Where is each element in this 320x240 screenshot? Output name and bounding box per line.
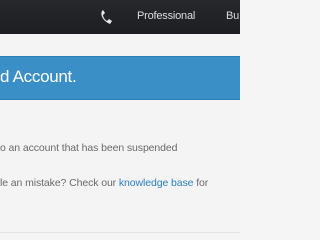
top-navigation-bar: Professional Bu [0,0,240,34]
footer-divider [0,232,240,233]
page-title: d Account. [0,67,77,86]
help-message: le an mistake? Check our knowledge base … [0,177,208,189]
suspended-message: o an account that has been suspended [0,142,178,154]
nav-link-business[interactable]: Bu [226,10,239,22]
knowledge-base-link[interactable]: knowledge base [119,177,194,189]
help-message-suffix: for [196,177,209,189]
help-message-prefix: le an mistake? Check our [0,177,117,189]
page-banner: d Account. [0,56,240,100]
nav-link-professional[interactable]: Professional [137,10,195,22]
phone-icon[interactable] [98,8,114,26]
